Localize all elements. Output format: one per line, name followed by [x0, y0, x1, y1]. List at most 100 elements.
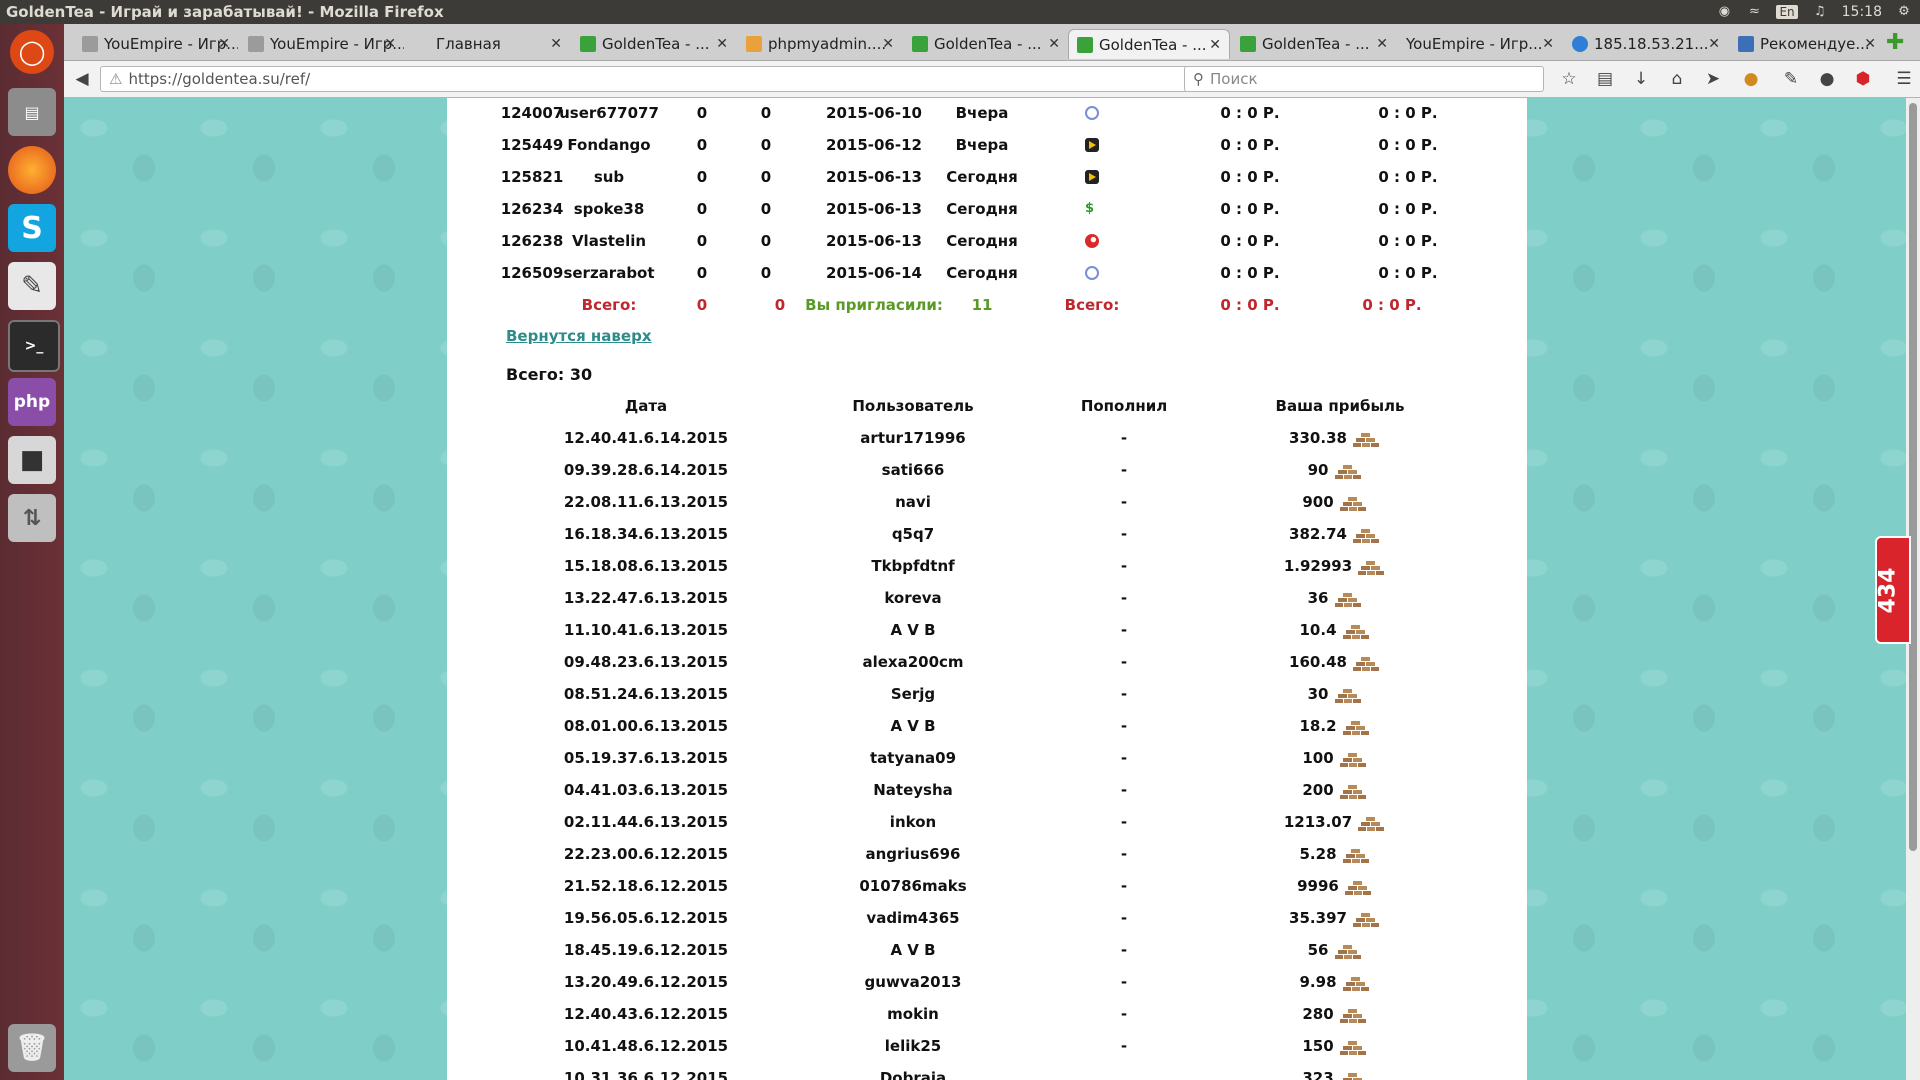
home-icon[interactable]: ⌂ — [1667, 69, 1687, 89]
close-tab-icon[interactable]: ✕ — [384, 36, 396, 52]
tab-active[interactable]: GoldenTea - ... ✕ — [1068, 29, 1230, 59]
history-user: navi — [895, 493, 931, 511]
firefox-icon[interactable] — [8, 146, 56, 194]
phpstorm-icon[interactable]: php — [8, 378, 56, 426]
history-date: 15.18.08.6.13.2015 — [563, 557, 729, 575]
tool-icon[interactable]: ✎ — [1781, 69, 1801, 89]
history-user: Serjg — [890, 685, 936, 703]
gear-icon[interactable]: ⚙ — [1896, 4, 1912, 20]
check-favicon-icon — [1572, 36, 1588, 52]
ubuntu-icon[interactable]: ◯ — [10, 30, 54, 74]
history-date: 02.11.44.6.13.2015 — [563, 813, 729, 831]
totals-earn-1: 0 : 0 Р. — [1220, 296, 1280, 314]
volume-icon[interactable]: ♫ — [1812, 4, 1828, 20]
history-deposit: - — [1120, 941, 1128, 959]
close-tab-icon[interactable]: ✕ — [1542, 36, 1554, 52]
clock[interactable]: 15:18 — [1842, 4, 1882, 20]
search-input[interactable]: ⚲ Поиск — [1184, 66, 1544, 92]
globe-icon — [1085, 106, 1099, 120]
tab[interactable]: GoldenTea - ... ✕ — [572, 29, 736, 59]
chat-icon[interactable]: ● — [1817, 69, 1837, 89]
scrollbar-thumb[interactable] — [1909, 103, 1917, 851]
referral-date: 2015-06-13 — [826, 168, 922, 186]
history-profit: 90 — [1307, 461, 1329, 479]
tab[interactable]: GoldenTea - ... ✕ — [904, 29, 1068, 59]
referral-earn-2: 0 : 0 Р. — [1378, 136, 1438, 154]
info-icon[interactable]: ⚠ — [109, 70, 122, 88]
tab[interactable]: 185.18.53.21... ✕ — [1564, 29, 1728, 59]
menu-icon[interactable]: ☰ — [1894, 69, 1914, 89]
back-icon[interactable]: ◀ — [72, 69, 92, 89]
gold-bars-icon — [1339, 1008, 1366, 1023]
page-content: 124007 user677077 0 0 2015-06-10 Вчера 0 : 0 Р… — [447, 98, 1527, 1080]
history-profit: 150 — [1302, 1037, 1334, 1055]
files-icon[interactable]: ▤ — [8, 88, 56, 136]
close-tab-icon[interactable]: ✕ — [550, 36, 562, 52]
invited-count: 11 — [971, 296, 993, 314]
adblock-icon[interactable]: ⬢ — [1853, 69, 1873, 89]
referral-earn-2: 0 : 0 Р. — [1378, 104, 1438, 122]
tab[interactable]: phpmyadmin.... ✕ — [738, 29, 902, 59]
send-icon[interactable]: ➤ — [1703, 69, 1723, 89]
referral-earn-2: 0 : 0 Р. — [1378, 168, 1438, 186]
goldentea-favicon-icon — [1077, 36, 1093, 53]
tab[interactable]: Рекомендуе... ✕ — [1730, 29, 1884, 59]
gold-bars-icon — [1342, 976, 1369, 991]
usb-drive-icon[interactable]: ⇅ — [8, 494, 56, 542]
tab[interactable]: Главная ✕ — [406, 29, 570, 59]
referral-id: 124007 — [500, 104, 564, 122]
history-profit: 900 — [1302, 493, 1334, 511]
skype-icon[interactable]: S — [8, 204, 56, 252]
wifi-icon[interactable]: ≈ — [1746, 4, 1762, 20]
new-tab-icon[interactable]: ✚ — [1886, 30, 1904, 55]
referral-earn-1: 0 : 0 Р. — [1220, 264, 1280, 282]
tab[interactable]: YouEmpire - Игр... ✕ — [240, 29, 404, 59]
history-deposit: - — [1120, 525, 1128, 543]
side-widget[interactable]: 434 — [1875, 536, 1911, 644]
text-editor-icon[interactable]: ✎ — [8, 262, 56, 310]
update-icon[interactable]: ◉ — [1716, 4, 1732, 20]
keyboard-layout[interactable]: En — [1776, 5, 1798, 19]
close-tab-icon[interactable]: ✕ — [716, 36, 728, 52]
history-date: 12.40.43.6.12.2015 — [563, 1005, 729, 1023]
save-icon[interactable]: ■ — [8, 436, 56, 484]
tab[interactable]: GoldenTea - ... ✕ — [1232, 29, 1396, 59]
tab[interactable]: YouEmpire - Игр... ✕ — [74, 29, 238, 59]
gold-bars-icon — [1334, 592, 1361, 607]
gold-bars-icon — [1353, 912, 1379, 927]
history-user: A V B — [890, 941, 936, 959]
header-date: Дата — [624, 397, 668, 415]
close-tab-icon[interactable]: ✕ — [1376, 36, 1388, 52]
reading-list-icon[interactable]: ▤ — [1595, 69, 1615, 89]
history-deposit: - — [1120, 461, 1128, 479]
history-profit: 200 — [1302, 781, 1334, 799]
history-date: 18.45.19.6.12.2015 — [563, 941, 729, 959]
close-tab-icon[interactable]: ✕ — [1864, 36, 1876, 52]
url-input[interactable]: ⚠ https://goldentea.su/ref/ ↻ — [100, 66, 1240, 92]
totals-earn-2: 0 : 0 Р. — [1362, 296, 1422, 314]
history-deposit: - — [1120, 749, 1128, 767]
bookmark-star-icon[interactable]: ☆ — [1559, 69, 1579, 89]
referral-id: 125821 — [500, 168, 564, 186]
close-tab-icon[interactable]: ✕ — [218, 36, 230, 52]
extension-icon[interactable]: ● — [1741, 69, 1761, 89]
history-date: 11.10.41.6.13.2015 — [563, 621, 729, 639]
referral-login: sub — [593, 168, 625, 186]
referral-last-visit: Сегодня — [946, 168, 1018, 186]
close-tab-icon[interactable]: ✕ — [1209, 37, 1221, 53]
back-to-top-link[interactable]: Вернутся наверх — [506, 327, 652, 345]
gold-bars-icon — [1358, 560, 1384, 575]
download-icon[interactable]: ↓ — [1631, 69, 1651, 89]
close-tab-icon[interactable]: ✕ — [1708, 36, 1720, 52]
totals-label: Всего: — [581, 296, 637, 314]
tab[interactable]: YouEmpire - Игр... ✕ — [1398, 29, 1562, 59]
close-tab-icon[interactable]: ✕ — [1048, 36, 1060, 52]
close-tab-icon[interactable]: ✕ — [882, 36, 894, 52]
terminal-icon[interactable]: >_ — [8, 320, 60, 372]
history-date: 09.48.23.6.13.2015 — [563, 653, 729, 671]
history-deposit: - — [1120, 621, 1128, 639]
history-profit: 18.2 — [1299, 717, 1337, 735]
trash-icon[interactable]: 🗑 — [8, 1024, 56, 1072]
referral-date: 2015-06-10 — [826, 104, 922, 122]
history-date: 22.23.00.6.12.2015 — [563, 845, 729, 863]
